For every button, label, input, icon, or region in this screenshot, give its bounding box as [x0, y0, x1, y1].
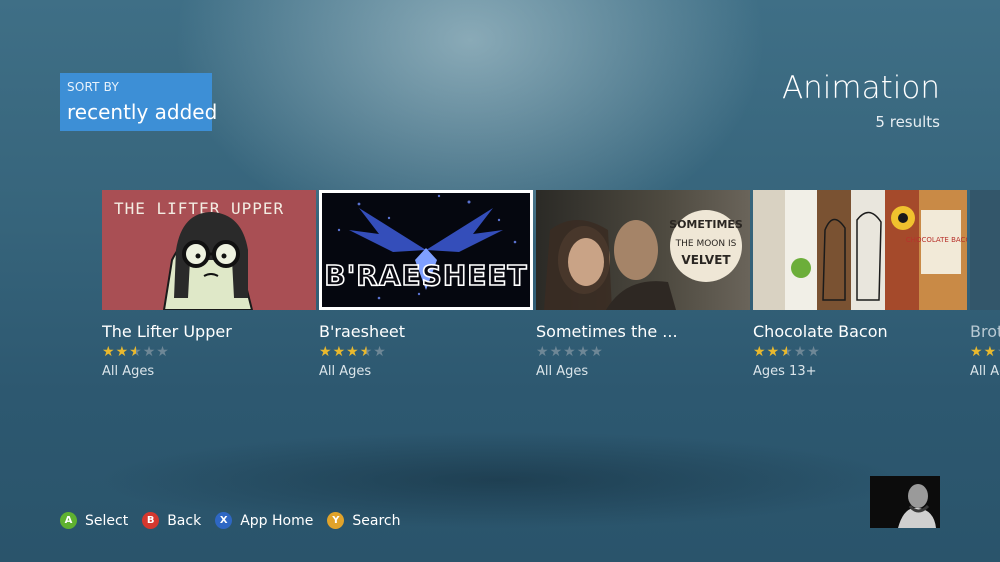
thumbnail-brot	[970, 190, 1000, 310]
b-button-icon: B	[142, 512, 160, 529]
star-icon: ★	[793, 344, 808, 360]
hint-search[interactable]: Y Search	[327, 512, 400, 529]
hint-label: App Home	[240, 512, 314, 529]
thumb-text-braesheet: B'RAESHEET	[324, 259, 527, 292]
star-icon: ★	[753, 344, 767, 360]
tile-title: B'raesheet	[319, 322, 406, 341]
tile-title: Brot	[970, 322, 1000, 341]
thumbnail-chocolate-bacon: CHOCOLATE BACON	[753, 190, 967, 310]
age-rating: All Ages	[319, 364, 372, 379]
star-icon: ★	[576, 344, 591, 360]
tile-sometimes-the-moon[interactable]: SOMETIMES THE MOON IS VELVET Sometimes t…	[536, 190, 750, 379]
hint-select[interactable]: A Select	[60, 512, 128, 529]
star-icon: ★	[332, 344, 347, 360]
sort-by-label: SORT BY	[67, 80, 119, 94]
tile-title: Chocolate Bacon	[753, 322, 888, 341]
star-icon: ★	[142, 344, 157, 360]
hint-label: Select	[85, 512, 129, 529]
star-icon: ★	[983, 344, 998, 360]
results-row: THE LIFTER UPPER The Lifter Upper ★★★★★ …	[102, 190, 1000, 390]
star-icon: ★	[780, 344, 794, 360]
hint-label: Search	[352, 512, 401, 529]
star-icon: ★	[970, 344, 984, 360]
x-button-icon: X	[215, 512, 233, 529]
star-icon: ★	[102, 344, 116, 360]
hint-back[interactable]: B Back	[142, 512, 201, 529]
sort-by-value: recently added	[67, 100, 218, 124]
age-rating: All Ag	[970, 364, 1000, 379]
thumb-text-sometimes-3: VELVET	[681, 253, 731, 267]
sort-by-button[interactable]: SORT BY recently added	[60, 73, 218, 131]
tile-title: Sometimes the ...	[536, 322, 678, 341]
thumb-text-chocolate: CHOCOLATE BACON	[906, 236, 967, 244]
thumbnail-braesheet: B'RAESHEET	[319, 190, 533, 310]
tile-brot[interactable]: Brot ★★★★★ All Ag	[970, 190, 1000, 379]
age-rating: All Ages	[102, 364, 155, 379]
star-icon: ★	[129, 344, 143, 360]
star-icon: ★	[115, 344, 130, 360]
hint-app-home[interactable]: X App Home	[215, 512, 313, 529]
thumb-text-sometimes-2: THE MOON IS	[675, 239, 737, 249]
star-icon: ★	[766, 344, 781, 360]
tile-the-lifter-upper[interactable]: THE LIFTER UPPER The Lifter Upper ★★★★★ …	[102, 190, 316, 379]
star-icon: ★	[359, 344, 374, 360]
rating-stars: ★★★★★	[970, 344, 1000, 360]
rating-stars: ★★★★★	[102, 344, 316, 360]
result-count: 5 results	[875, 113, 940, 131]
age-rating: Ages 13+	[753, 364, 817, 379]
thumb-text-sometimes-1: SOMETIMES	[669, 218, 743, 231]
y-button-icon: Y	[327, 512, 345, 529]
a-button-icon: A	[60, 512, 77, 529]
star-icon: ★	[590, 344, 604, 360]
tile-braesheet[interactable]: B'RAESHEET B'raesheet ★★★★★ All Ages	[319, 190, 533, 379]
age-rating: All Ages	[536, 364, 589, 379]
thumbnail-sometimes-the-moon: SOMETIMES THE MOON IS VELVET	[536, 190, 750, 310]
star-icon: ★	[549, 344, 564, 360]
star-icon: ★	[319, 344, 333, 360]
star-icon: ★	[563, 344, 577, 360]
star-icon: ★	[156, 344, 170, 360]
thumbnail-the-lifter-upper: THE LIFTER UPPER	[102, 190, 316, 310]
kinect-camera-preview	[870, 476, 940, 528]
star-icon: ★	[373, 344, 387, 360]
page-title: Animation	[781, 70, 940, 106]
star-icon: ★	[536, 344, 550, 360]
tile-title: The Lifter Upper	[102, 322, 232, 341]
rating-stars: ★★★★★	[319, 344, 533, 360]
tile-chocolate-bacon[interactable]: CHOCOLATE BACON Chocolate Bacon ★★★★★ Ag…	[753, 190, 967, 379]
hint-label: Back	[167, 512, 202, 529]
rating-stars: ★★★★★	[536, 344, 750, 360]
rating-stars: ★★★★★	[753, 344, 967, 360]
controller-hints: A Select B Back X App Home Y Search	[60, 512, 414, 529]
star-icon: ★	[807, 344, 821, 360]
star-icon: ★	[346, 344, 360, 360]
